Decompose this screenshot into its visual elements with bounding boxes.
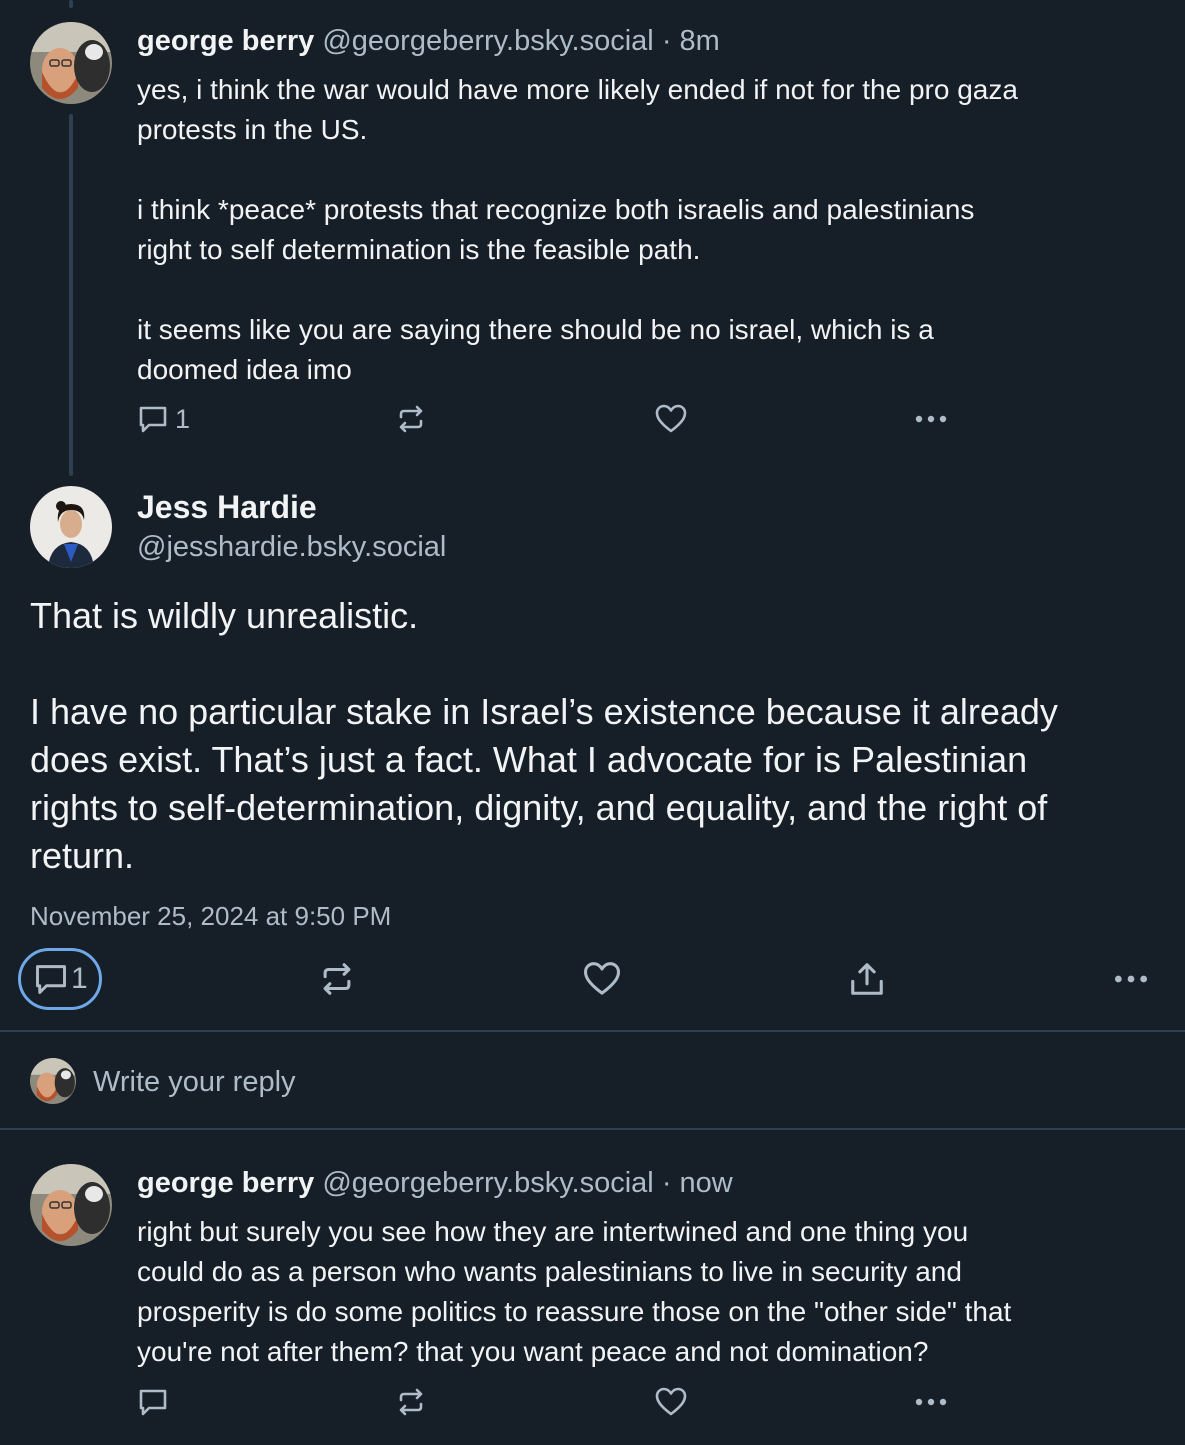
post-actions: 1 [137,403,967,443]
avatar[interactable] [30,1164,112,1246]
post-text: That is wildly unrealistic. I have no pa… [30,595,1058,876]
separator: · [661,1167,672,1199]
reply-input-placeholder[interactable]: Write your reply [93,1062,296,1102]
repost-button[interactable] [318,960,356,998]
avatar [30,1058,76,1104]
reply-icon [137,1386,169,1418]
more-button[interactable] [1112,961,1150,997]
author-handle[interactable]: @georgeberry.bsky.social [322,25,653,57]
reply-button[interactable] [137,1386,175,1418]
post-text: right but surely you see how they are in… [137,1216,1012,1367]
like-button[interactable] [654,403,688,435]
reply-count: 1 [71,962,88,995]
more-icon [913,403,949,435]
reply-button[interactable]: 1 [137,403,190,435]
share-icon [848,960,886,998]
author-name[interactable]: george berry [137,1167,314,1199]
post-header: george berry @georgeberry.bsky.social · … [137,1164,733,1202]
more-button[interactable] [913,403,949,435]
reply-button[interactable]: 1 [33,961,88,997]
more-icon [913,1386,949,1418]
like-icon [582,960,622,998]
author-handle[interactable]: @georgeberry.bsky.social [322,1167,653,1199]
repost-icon [318,960,356,998]
author-name[interactable]: george berry [137,25,314,57]
repost-icon [395,1386,427,1418]
post-time[interactable]: 8m [680,25,720,57]
thread-line-top [69,0,73,8]
repost-button[interactable] [395,403,427,435]
reply-icon [33,961,69,997]
post-actions [137,1386,967,1426]
avatar[interactable] [30,22,112,104]
like-button[interactable] [582,960,622,998]
reply-icon [137,403,169,435]
author-handle[interactable]: @jesshardie.bsky.social [137,528,446,566]
repost-icon [395,403,427,435]
divider [0,1128,1185,1130]
post-header: george berry @georgeberry.bsky.social · … [137,22,720,60]
separator: · [661,25,672,57]
author-name[interactable]: Jess Hardie [137,486,317,528]
post-timestamp: November 25, 2024 at 9:50 PM [30,901,392,931]
like-button[interactable] [654,1386,688,1418]
like-icon [654,1386,688,1418]
repost-button[interactable] [395,1386,427,1418]
reply-count: 1 [175,403,191,434]
post-actions: 1 [0,948,1185,1010]
more-icon [1112,961,1150,997]
divider [0,1030,1185,1032]
share-button[interactable] [848,960,886,998]
like-icon [654,403,688,435]
post-text: yes, i think the war would have more lik… [137,74,1018,385]
avatar[interactable] [30,486,112,568]
thread-line [69,114,73,476]
more-button[interactable] [913,1386,949,1418]
post-time[interactable]: now [680,1167,733,1199]
